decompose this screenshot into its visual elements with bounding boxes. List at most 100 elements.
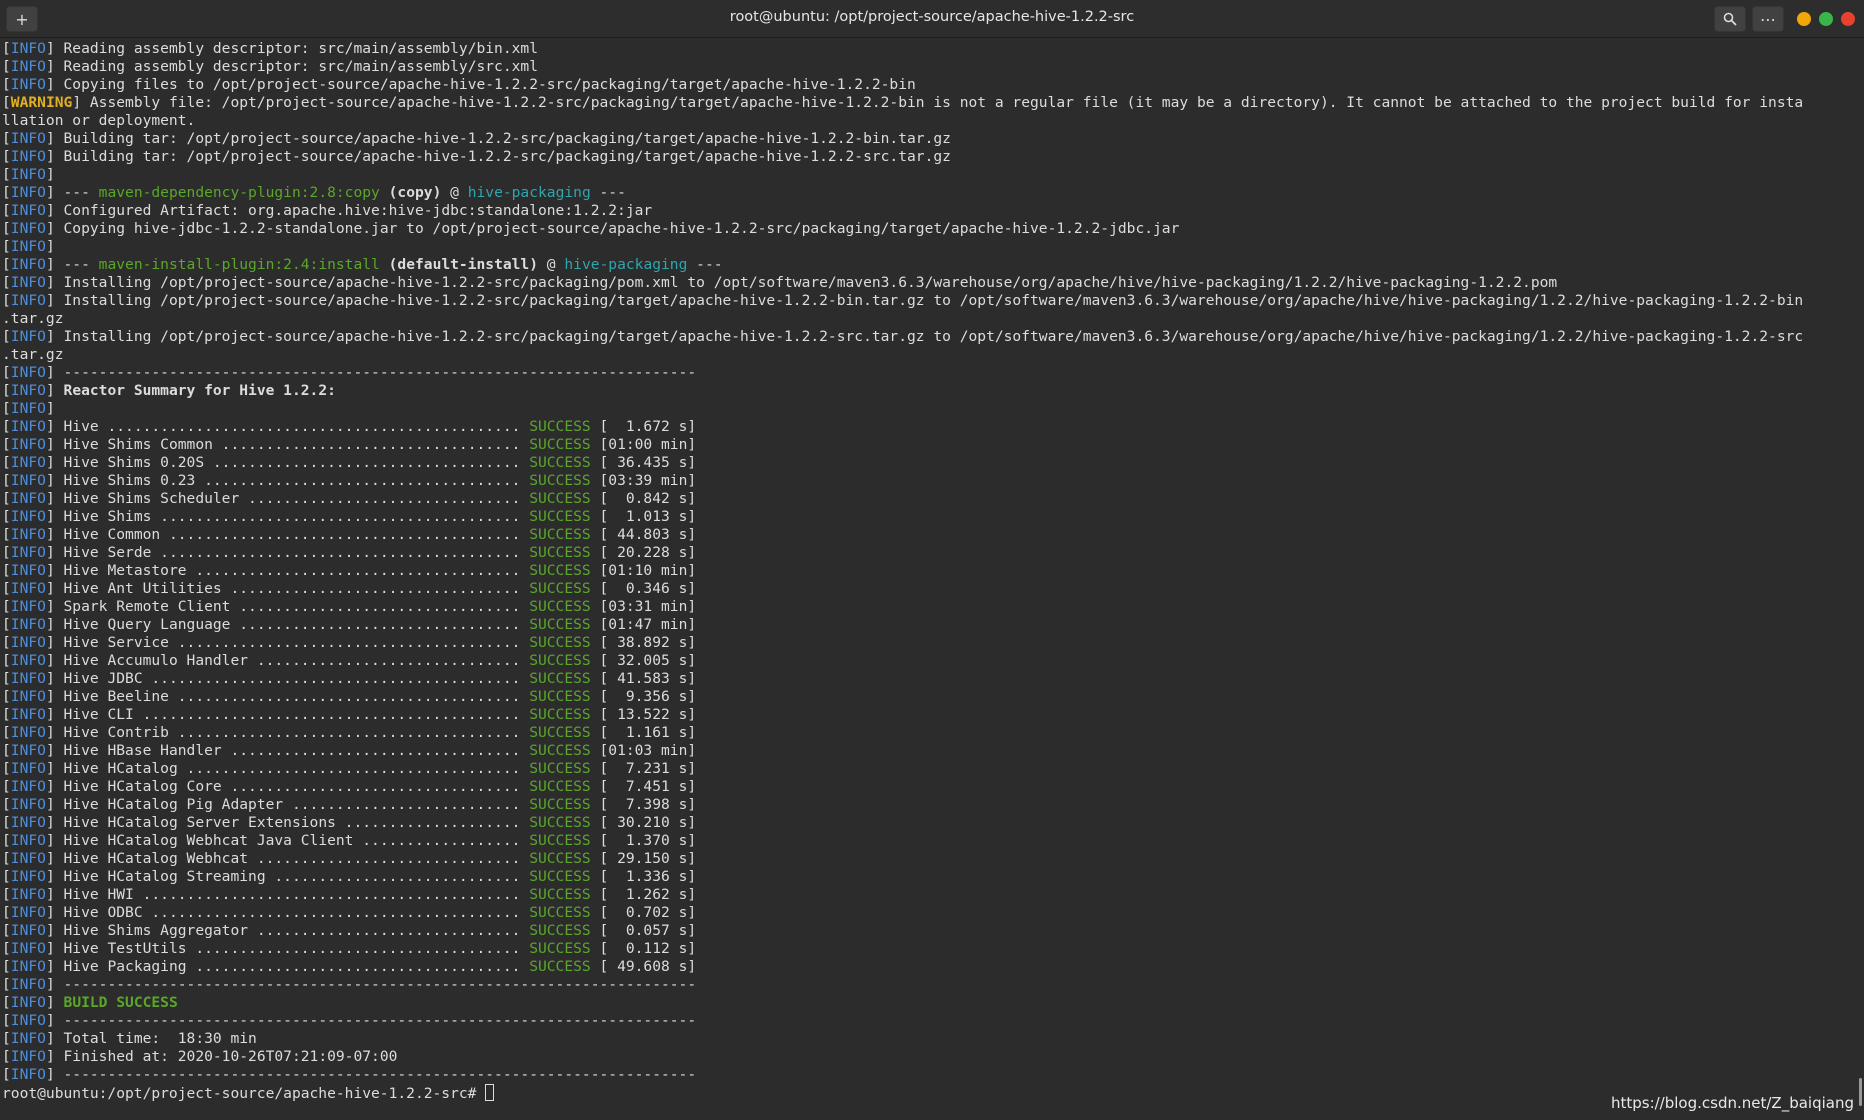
terminal-text: SUCCESS (529, 940, 591, 957)
terminal-text: INFO (10, 724, 46, 741)
terminal-text: [ 1.336 s] (590, 868, 697, 885)
menu-button[interactable]: ⋯ (1752, 6, 1784, 32)
terminal-text: [ (2, 868, 11, 885)
terminal-text: [ (2, 436, 11, 453)
terminal-text: INFO (10, 382, 46, 399)
more-icon: ⋯ (1760, 9, 1776, 29)
terminal-text: ] Hive Shims Scheduler .................… (45, 490, 530, 507)
terminal-text: [ (2, 778, 11, 795)
terminal-text: [ (2, 1012, 11, 1029)
terminal-text: INFO (10, 418, 46, 435)
terminal-text: INFO (10, 868, 46, 885)
terminal-text: [ 44.803 s] (590, 526, 697, 543)
terminal-line: [INFO] Hive Metastore ..................… (2, 562, 1864, 580)
terminal-line: [INFO] --- maven-dependency-plugin:2.8:c… (2, 184, 1864, 202)
terminal-text: [ (2, 670, 11, 687)
terminal-text: [ (2, 814, 11, 831)
terminal-text: [ 41.583 s] (590, 670, 697, 687)
terminal-text: [ (2, 958, 11, 975)
terminal-text: INFO (10, 202, 46, 219)
terminal-text: [ 29.150 s] (590, 850, 697, 867)
terminal-text: INFO (10, 778, 46, 795)
terminal-output[interactable]: [INFO] Reading assembly descriptor: src/… (0, 40, 1864, 1120)
terminal-text: INFO (10, 904, 46, 921)
terminal-line: [INFO] BUILD SUCCESS (2, 994, 1864, 1012)
terminal-text: ] Hive ODBC ............................… (45, 904, 530, 921)
terminal-text: INFO (10, 76, 46, 93)
terminal-text: [ (2, 562, 11, 579)
terminal-text: [ (2, 526, 11, 543)
terminal-text: ] Reading assembly descriptor: src/main/… (45, 40, 538, 57)
terminal-text: SUCCESS (529, 832, 591, 849)
terminal-line: [INFO] Hive Ant Utilities ..............… (2, 580, 1864, 598)
terminal-text: [03:31 min] (590, 598, 697, 615)
minimize-button[interactable] (1797, 12, 1811, 26)
terminal-text: INFO (10, 652, 46, 669)
terminal-text: maven-dependency-plugin:2.8:copy (98, 184, 380, 201)
terminal-text: [ 7.398 s] (590, 796, 697, 813)
terminal-text: [ (2, 40, 11, 57)
terminal-line: .tar.gz (2, 310, 1864, 328)
terminal-text: [ (2, 742, 11, 759)
terminal-text: [ (2, 652, 11, 669)
terminal-text: SUCCESS (529, 580, 591, 597)
terminal-text: [ (2, 454, 11, 471)
terminal-text: ] Building tar: /opt/project-source/apac… (45, 130, 951, 147)
terminal-text: (default-install) (388, 256, 539, 273)
terminal-text: INFO (10, 850, 46, 867)
terminal-line: [INFO] Copying hive-jdbc-1.2.2-standalon… (2, 220, 1864, 238)
terminal-text: [ (2, 148, 11, 165)
terminal-line: [INFO] Hive Beeline ....................… (2, 688, 1864, 706)
terminal-text: [ (2, 94, 11, 111)
terminal-text: SUCCESS (529, 724, 591, 741)
terminal-text: SUCCESS (529, 652, 591, 669)
maximize-button[interactable] (1819, 12, 1833, 26)
terminal-text: ] --- (45, 184, 99, 201)
terminal-text: SUCCESS (529, 562, 591, 579)
terminal-text: [ (2, 688, 11, 705)
terminal-text: SUCCESS (529, 742, 591, 759)
terminal-text: INFO (10, 706, 46, 723)
terminal-line: [INFO] Hive Query Language .............… (2, 616, 1864, 634)
terminal-text: [ 0.842 s] (590, 490, 697, 507)
terminal-text: ] Hive Packaging .......................… (45, 958, 530, 975)
terminal-line: [INFO] Building tar: /opt/project-source… (2, 130, 1864, 148)
terminal-text: INFO (10, 364, 46, 381)
close-button[interactable] (1841, 12, 1855, 26)
terminal-line: [INFO] Hive HCatalog Pig Adapter .......… (2, 796, 1864, 814)
terminal-text: INFO (10, 58, 46, 75)
terminal-text: SUCCESS (529, 688, 591, 705)
terminal-text: INFO (10, 400, 46, 417)
terminal-text: (copy) (388, 184, 442, 201)
terminal-text: INFO (10, 760, 46, 777)
window-title: root@ubuntu: /opt/project-source/apache-… (729, 9, 1135, 25)
search-button[interactable] (1714, 6, 1746, 32)
scrollbar[interactable] (1859, 1078, 1862, 1106)
terminal-text: ] Hive Common ..........................… (45, 526, 530, 543)
terminal-text: INFO (10, 562, 46, 579)
terminal-text: [ (2, 634, 11, 651)
terminal-text: SUCCESS (529, 922, 591, 939)
terminal-text: [01:47 min] (590, 616, 697, 633)
terminal-line: [INFO] Installing /opt/project-source/ap… (2, 292, 1864, 310)
terminal-text: INFO (10, 472, 46, 489)
terminal-line: [INFO] Hive HBase Handler ..............… (2, 742, 1864, 760)
terminal-text: [01:00 min] (590, 436, 697, 453)
terminal-text: INFO (10, 814, 46, 831)
terminal-text: ] Hive HCatalog Pig Adapter ............… (45, 796, 530, 813)
terminal-text: [ 1.013 s] (590, 508, 697, 525)
terminal-text: [ (2, 994, 11, 1011)
terminal-text: INFO (10, 832, 46, 849)
terminal-text: [ (2, 238, 11, 255)
terminal-text: --- (687, 256, 723, 273)
shell-prompt-line[interactable]: root@ubuntu:/opt/project-source/apache-h… (2, 1084, 1864, 1102)
shell-prompt: root@ubuntu:/opt/project-source/apache-h… (2, 1085, 486, 1102)
terminal-text: ] Hive Shims Common ....................… (45, 436, 530, 453)
terminal-text: ] (45, 400, 55, 417)
terminal-text: [ (2, 130, 11, 147)
terminal-line: [WARNING] Assembly file: /opt/project-so… (2, 94, 1864, 112)
terminal-text: INFO (10, 292, 46, 309)
terminal-text: [ 36.435 s] (590, 454, 697, 471)
terminal-text: [ (2, 202, 11, 219)
